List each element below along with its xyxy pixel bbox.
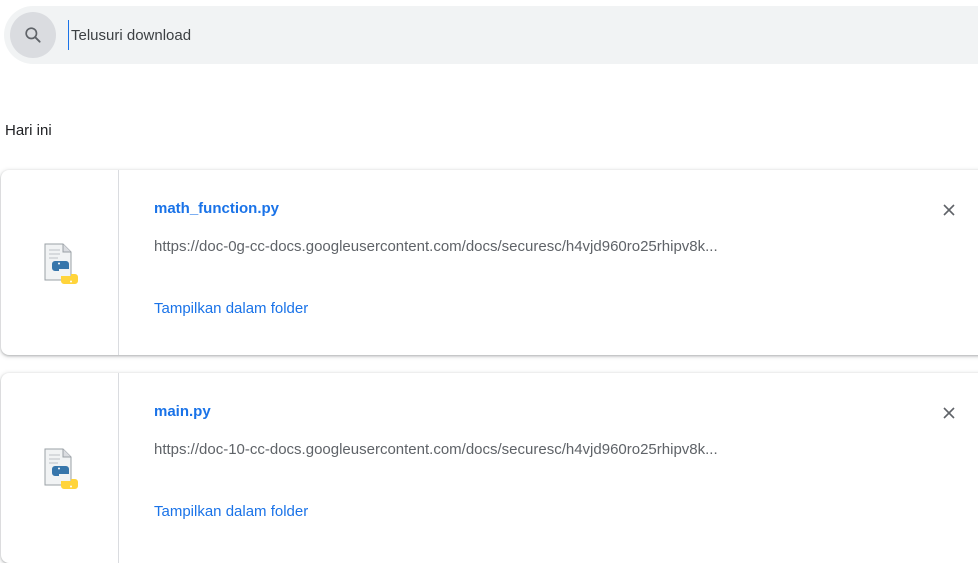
file-name-link[interactable]: math_function.py (154, 200, 279, 217)
python-file-icon (44, 448, 78, 489)
download-item: main.py https://doc-10-cc-docs.googleuse… (1, 373, 978, 563)
download-item-body: main.py https://doc-10-cc-docs.googleuse… (119, 373, 978, 563)
search-bar (4, 6, 978, 64)
file-name-link[interactable]: main.py (154, 403, 211, 420)
download-item-body: math_function.py https://doc-0g-cc-docs.… (119, 170, 978, 355)
file-icon-column (1, 373, 119, 563)
show-in-folder-link[interactable]: Tampilkan dalam folder (154, 503, 308, 520)
download-item: math_function.py https://doc-0g-cc-docs.… (1, 170, 978, 355)
python-file-icon (44, 243, 78, 284)
remove-button[interactable] (935, 196, 963, 224)
file-icon-column (1, 170, 119, 355)
file-url: https://doc-0g-cc-docs.googleusercontent… (154, 238, 718, 255)
search-input[interactable] (68, 20, 978, 50)
remove-button[interactable] (935, 399, 963, 427)
close-icon (943, 407, 955, 419)
show-in-folder-link[interactable]: Tampilkan dalam folder (154, 300, 308, 317)
search-icon[interactable] (10, 12, 56, 58)
section-title-today: Hari ini (5, 122, 52, 139)
close-icon (943, 204, 955, 216)
file-url: https://doc-10-cc-docs.googleusercontent… (154, 441, 718, 458)
